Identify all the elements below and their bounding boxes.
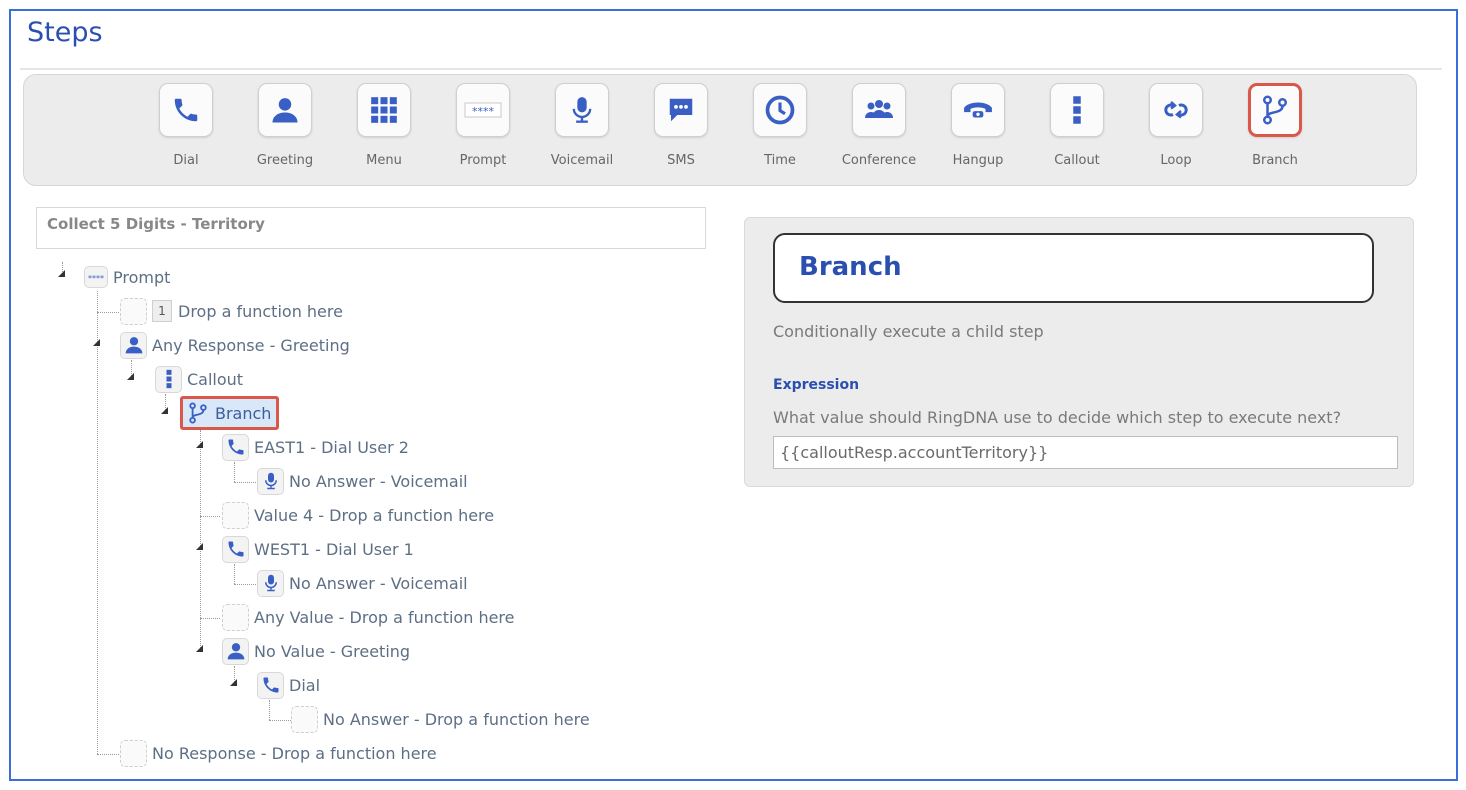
- clock-icon: [765, 95, 795, 125]
- tree-node-label: Callout: [187, 369, 244, 389]
- tree-connector: [97, 291, 98, 754]
- collapse-arrow-icon[interactable]: [127, 373, 134, 380]
- tree-node-label: No Response - Drop a function here: [152, 743, 437, 763]
- tree-node-label: No Answer - Voicemail: [289, 573, 468, 593]
- empty-slot-icon: [222, 501, 249, 529]
- tree-node-callout[interactable]: Callout: [155, 364, 243, 394]
- phone-icon: [222, 535, 249, 563]
- microphone-icon: [257, 569, 284, 597]
- panel-description: Conditionally execute a child step: [773, 322, 1044, 341]
- tree-node-label: WEST1 - Dial User 1: [254, 539, 414, 559]
- empty-slot-icon: [291, 705, 318, 733]
- vertical-dots-icon: [1071, 95, 1083, 125]
- tool-label: Time: [764, 153, 796, 168]
- tree-node-no-response[interactable]: No Response - Drop a function here: [120, 738, 437, 768]
- tool-label: Conference: [841, 153, 917, 168]
- empty-slot-icon: [222, 603, 249, 631]
- tool-label: Loop: [1160, 153, 1192, 168]
- hangup-phone-icon: [963, 99, 993, 121]
- tree-node-west1[interactable]: WEST1 - Dial User 1: [222, 534, 414, 564]
- tree-node-dial-no-answer[interactable]: No Answer - Drop a function here: [291, 704, 590, 734]
- tree-node-label: No Value - Greeting: [254, 641, 411, 661]
- tree-node-label: Any Response - Greeting: [152, 335, 350, 355]
- tree-node-label: Prompt: [113, 267, 171, 287]
- tree-node-label: Value 4 - Drop a function here: [254, 505, 495, 525]
- collapse-arrow-icon[interactable]: [93, 339, 100, 346]
- user-icon: [222, 637, 249, 665]
- tree-node-any-value[interactable]: Any Value - Drop a function here: [222, 602, 515, 632]
- tree-node-prompt[interactable]: **** Prompt: [84, 262, 170, 292]
- step-detail-panel: Branch Conditionally execute a child ste…: [744, 217, 1414, 487]
- tree-node-east1-no-answer[interactable]: No Answer - Voicemail: [257, 466, 468, 496]
- empty-slot-icon: [120, 297, 147, 325]
- asterisks-icon: ****: [84, 266, 108, 288]
- expression-label: Expression: [773, 377, 860, 393]
- tree-connector: [97, 312, 119, 313]
- loop-icon: [1161, 100, 1191, 120]
- branch-icon: [186, 400, 210, 427]
- tool-label: Callout: [1054, 153, 1100, 168]
- tool-loop[interactable]: Loop: [1136, 81, 1216, 181]
- tree-connector: [269, 700, 270, 720]
- expression-help: What value should RingDNA use to decide …: [773, 408, 1342, 427]
- tool-hangup[interactable]: Hangup: [938, 81, 1018, 181]
- collapse-arrow-icon[interactable]: [196, 543, 203, 550]
- tool-callout[interactable]: Callout: [1037, 81, 1117, 181]
- tree-node-label: Dial: [289, 675, 321, 695]
- collapse-arrow-icon[interactable]: [196, 645, 203, 652]
- vertical-dots-icon: [155, 365, 182, 393]
- tree-node-label: No Answer - Voicemail: [289, 471, 468, 491]
- tree-node-label: Branch: [215, 403, 272, 423]
- tree-connector: [234, 564, 235, 584]
- tool-label: Hangup: [952, 153, 1004, 168]
- phone-icon: [257, 671, 284, 699]
- empty-slot-icon: [120, 739, 147, 767]
- tree-node-label: EAST1 - Dial User 2: [254, 437, 409, 457]
- tree-connector: [200, 516, 220, 517]
- tool-time[interactable]: Time: [740, 81, 820, 181]
- tree-node-label: Drop a function here: [178, 301, 343, 321]
- collapse-arrow-icon[interactable]: [58, 270, 65, 277]
- expression-input[interactable]: {{calloutResp.accountTerritory}}: [773, 436, 1398, 469]
- panel-title: Branch: [773, 233, 1374, 303]
- microphone-icon: [257, 467, 284, 495]
- tree-node-label: Any Value - Drop a function here: [254, 607, 515, 627]
- tree-node-any-response[interactable]: Any Response - Greeting: [120, 330, 350, 360]
- tree-node-label: No Answer - Drop a function here: [323, 709, 590, 729]
- tool-conference[interactable]: Conference: [839, 81, 919, 181]
- group-icon: [863, 96, 895, 124]
- tree-connector: [200, 618, 220, 619]
- tool-branch[interactable]: Branch: [1235, 81, 1315, 181]
- tree-node-east1[interactable]: EAST1 - Dial User 2: [222, 432, 409, 462]
- tree-connector: [269, 720, 291, 721]
- tree-node-value4[interactable]: Value 4 - Drop a function here: [222, 500, 494, 530]
- svg-text:****: ****: [88, 274, 104, 282]
- tree-node-no-value[interactable]: No Value - Greeting: [222, 636, 410, 666]
- user-icon: [120, 331, 147, 359]
- phone-icon: [222, 433, 249, 461]
- collapse-arrow-icon[interactable]: [161, 407, 168, 414]
- tree-connector: [234, 584, 256, 585]
- tree-node-drop-slot[interactable]: 1 Drop a function here: [120, 296, 343, 326]
- tree-node-west1-no-answer[interactable]: No Answer - Voicemail: [257, 568, 468, 598]
- tree-connector: [97, 754, 119, 755]
- tree-node-dial[interactable]: Dial: [257, 670, 320, 700]
- tree-connector: [234, 462, 235, 482]
- branch-icon: [1262, 95, 1288, 125]
- collapse-arrow-icon[interactable]: [230, 679, 237, 686]
- tree-node-branch[interactable]: Branch: [180, 396, 280, 430]
- tree-connector: [234, 482, 256, 483]
- step-tree: **** Prompt 1 Drop a function here Any R…: [0, 0, 740, 790]
- digit-badge: 1: [152, 300, 172, 322]
- collapse-arrow-icon[interactable]: [196, 441, 203, 448]
- tool-label: Branch: [1252, 153, 1298, 168]
